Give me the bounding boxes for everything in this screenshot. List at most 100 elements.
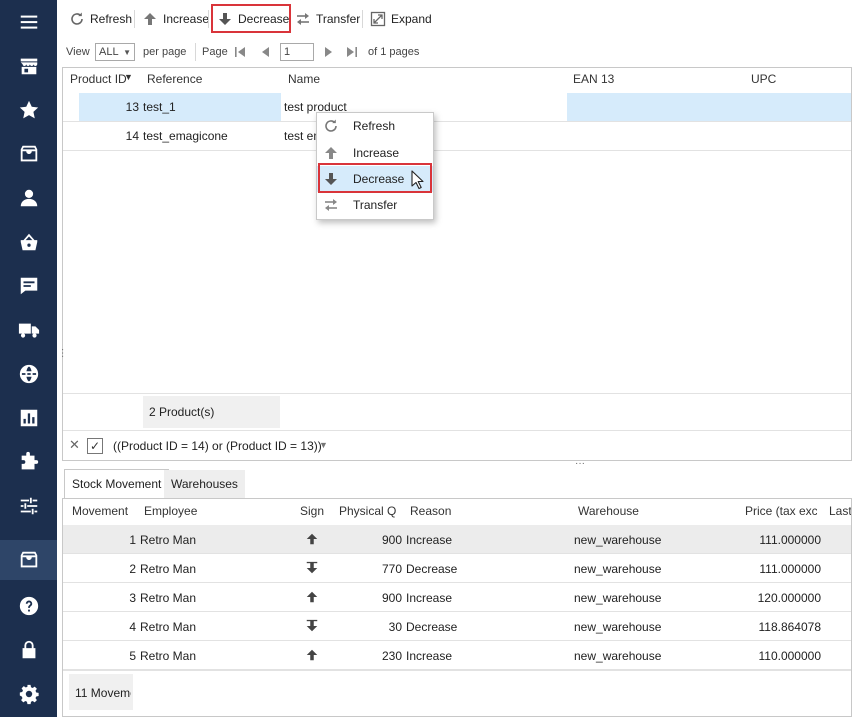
- sign-up-icon: [305, 590, 319, 607]
- col-reason[interactable]: Reason: [410, 499, 510, 524]
- arrow-up-icon: [325, 147, 337, 159]
- first-page-icon[interactable]: [234, 44, 246, 60]
- movement-id-cell[interactable]: 1: [72, 533, 136, 547]
- reason-cell[interactable]: Decrease: [406, 562, 546, 576]
- next-page-icon[interactable]: [323, 44, 335, 60]
- product-reference-cell[interactable]: test_emagicone: [143, 129, 278, 143]
- filter-dropdown-icon[interactable]: ▼: [319, 440, 328, 450]
- warehouse-cell[interactable]: new_warehouse: [574, 533, 714, 547]
- price-cell[interactable]: 111.000000: [741, 562, 821, 576]
- refresh-icon: [325, 119, 337, 132]
- physical-qty-cell[interactable]: 30: [339, 620, 402, 634]
- filter-enabled-checkbox[interactable]: ✓: [87, 438, 103, 454]
- truncated-cell: [846, 649, 851, 661]
- sliders-icon[interactable]: [0, 486, 57, 526]
- page-count: of 1 pages: [368, 46, 420, 58]
- messages-icon[interactable]: [0, 266, 57, 306]
- help-icon[interactable]: [0, 586, 57, 626]
- basket-icon[interactable]: [0, 222, 57, 262]
- toolbar: Refresh Increase Decrease Transfer Expan…: [57, 0, 852, 38]
- user-icon[interactable]: [0, 178, 57, 218]
- sign-down-icon: [305, 561, 319, 578]
- reason-cell[interactable]: Increase: [406, 649, 546, 663]
- refresh-button[interactable]: Refresh: [67, 8, 134, 30]
- gear-icon[interactable]: [0, 674, 57, 714]
- price-cell[interactable]: 120.000000: [741, 591, 821, 605]
- product-name-cell[interactable]: test em: [284, 129, 318, 143]
- warehouse-cell[interactable]: new_warehouse: [574, 562, 714, 576]
- reason-cell[interactable]: Decrease: [406, 620, 546, 634]
- col-employee[interactable]: Employee: [144, 499, 264, 524]
- prev-page-icon[interactable]: [259, 44, 271, 60]
- col-price[interactable]: Price (tax excl.): [745, 499, 817, 524]
- col-warehouse[interactable]: Warehouse: [578, 499, 698, 524]
- mouse-cursor-icon: [411, 170, 424, 190]
- splitter-grip-icon[interactable]: ···: [575, 458, 585, 469]
- col-name[interactable]: Name: [288, 67, 488, 92]
- view-select[interactable]: ALL ▼: [95, 43, 135, 61]
- col-physical-qty[interactable]: Physical Qu: [339, 499, 397, 524]
- inbox-icon[interactable]: [0, 134, 57, 174]
- col-sign[interactable]: Sign: [300, 499, 330, 524]
- reason-cell[interactable]: Increase: [406, 533, 546, 547]
- last-page-icon[interactable]: [346, 44, 358, 60]
- col-ean13[interactable]: EAN 13: [573, 67, 693, 92]
- increase-button[interactable]: Increase: [140, 8, 211, 30]
- page-input-value: 1: [280, 43, 314, 61]
- menu-icon[interactable]: [0, 2, 57, 42]
- filter-expression[interactable]: ((Product ID = 14) or (Product ID = 13)): [113, 439, 322, 453]
- employee-cell[interactable]: Retro Man: [140, 591, 280, 605]
- product-reference-cell[interactable]: test_1: [143, 100, 278, 114]
- movement-id-cell[interactable]: 3: [72, 591, 136, 605]
- lock-icon[interactable]: [0, 630, 57, 670]
- employee-cell[interactable]: Retro Man: [140, 562, 280, 576]
- expand-button[interactable]: Expand: [368, 8, 434, 30]
- filter-icon[interactable]: ▼: [124, 72, 133, 82]
- puzzle-icon[interactable]: [0, 442, 57, 482]
- truncated-cell: [846, 533, 851, 545]
- row-divider: [63, 121, 851, 122]
- tab-stock-movement[interactable]: Stock Movement: [64, 469, 170, 498]
- movement-id-cell[interactable]: 5: [72, 649, 136, 663]
- employee-cell[interactable]: Retro Man: [140, 533, 280, 547]
- movement-id-cell[interactable]: 4: [72, 620, 136, 634]
- truncated-cell: [846, 591, 851, 603]
- movement-id-cell[interactable]: 2: [72, 562, 136, 576]
- price-cell[interactable]: 110.000000: [741, 649, 821, 663]
- warehouse-cell[interactable]: new_warehouse: [574, 620, 714, 634]
- employee-cell[interactable]: Retro Man: [140, 649, 280, 663]
- price-cell[interactable]: 111.000000: [741, 533, 821, 547]
- page-input[interactable]: 1: [280, 43, 314, 61]
- col-upc[interactable]: UPC: [751, 67, 841, 92]
- chevron-down-icon: ▼: [123, 47, 131, 57]
- ctx-refresh[interactable]: Refresh: [317, 113, 433, 139]
- truck-icon[interactable]: [0, 310, 57, 350]
- transfer-button[interactable]: Transfer: [293, 8, 362, 30]
- stats-icon[interactable]: [0, 398, 57, 438]
- warehouse-cell[interactable]: new_warehouse: [574, 649, 714, 663]
- footer-divider: [63, 670, 851, 671]
- col-last[interactable]: Last: [829, 499, 851, 524]
- col-movement-id[interactable]: Movement I: [72, 499, 132, 524]
- star-icon[interactable]: [0, 90, 57, 130]
- warehouse-cell[interactable]: new_warehouse: [574, 591, 714, 605]
- globe-icon[interactable]: [0, 354, 57, 394]
- tab-warehouses[interactable]: Warehouses: [164, 470, 245, 499]
- employee-cell[interactable]: Retro Man: [140, 620, 280, 634]
- truncated-cell: [846, 620, 851, 632]
- product-id-cell[interactable]: 14: [79, 129, 139, 143]
- store-icon[interactable]: [0, 46, 57, 86]
- physical-qty-cell[interactable]: 770: [339, 562, 402, 576]
- physical-qty-cell[interactable]: 230: [339, 649, 402, 663]
- product-id-cell[interactable]: 13: [79, 100, 139, 114]
- side-grip-icon[interactable]: ···: [57, 348, 68, 358]
- clear-filter-icon[interactable]: ✕: [69, 437, 80, 453]
- price-cell[interactable]: 118.864078: [741, 620, 821, 634]
- col-reference[interactable]: Reference: [147, 67, 277, 92]
- ctx-transfer[interactable]: Transfer: [317, 192, 433, 218]
- stock-icon[interactable]: [0, 540, 57, 580]
- physical-qty-cell[interactable]: 900: [339, 533, 402, 547]
- per-page-label: per page: [143, 46, 187, 58]
- reason-cell[interactable]: Increase: [406, 591, 546, 605]
- physical-qty-cell[interactable]: 900: [339, 591, 402, 605]
